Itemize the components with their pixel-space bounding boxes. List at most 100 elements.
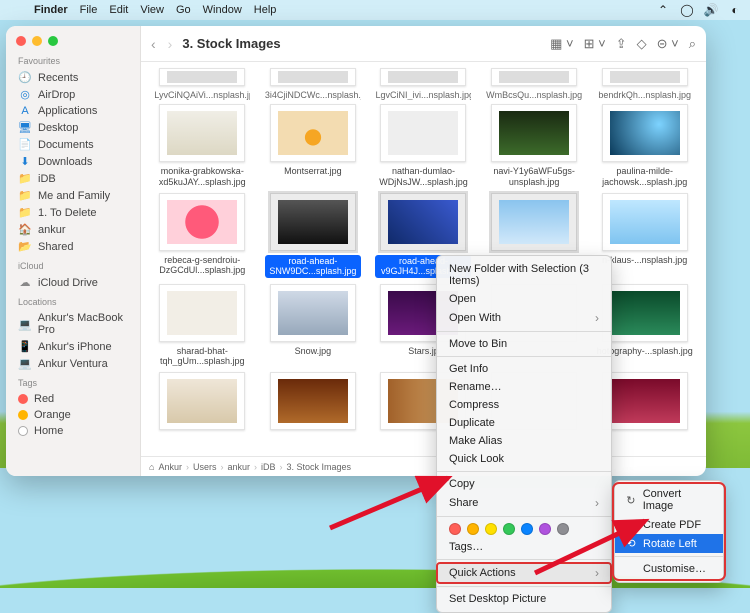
file-item[interactable]: WmBcsQu...nsplash.jpg xyxy=(481,68,588,100)
file-thumbnail xyxy=(602,193,688,251)
file-item[interactable]: LyvCiNQAiVi...nsplash.jpg xyxy=(149,68,256,100)
file-item[interactable]: 3i4CjiNDCWc...nsplash.jpg xyxy=(260,68,367,100)
sidebar-item[interactable]: 📁iDB xyxy=(14,170,132,187)
sound-icon[interactable]: 🔊 xyxy=(704,3,718,17)
tag-color-dot[interactable] xyxy=(467,523,479,535)
menu-edit[interactable]: Edit xyxy=(109,4,128,16)
back-button[interactable]: ‹ xyxy=(151,36,156,52)
actions-icon[interactable]: ⊝ ˅ xyxy=(657,36,679,52)
siri-icon[interactable]: ◐ xyxy=(728,3,742,17)
forward-button[interactable]: › xyxy=(168,36,173,52)
file-item[interactable]: bendrkQh...nsplash.jpg xyxy=(591,68,698,100)
tags-icon[interactable]: ◇ xyxy=(637,36,647,52)
menubar-app-name[interactable]: Finder xyxy=(34,4,68,16)
sidebar-item[interactable]: ⬇Downloads xyxy=(14,153,132,170)
file-item[interactable]: navi-Y1y6aWFu5gs-unsplash.jpg xyxy=(481,104,588,187)
file-item[interactable]: Snow.jpg xyxy=(260,284,367,367)
file-item[interactable]: road-ahead-SNW9DC...splash.jpg xyxy=(260,193,367,278)
submenu-item-label: Customise… xyxy=(643,563,706,575)
desktop-icon: 🖥 xyxy=(18,121,32,134)
menu-help[interactable]: Help xyxy=(254,4,277,16)
minimize-button[interactable] xyxy=(32,36,42,46)
menu-view[interactable]: View xyxy=(140,4,164,16)
file-label: LyvCiNQAiVi...nsplash.jpg xyxy=(154,90,250,100)
path-segment[interactable]: iDB xyxy=(261,462,276,472)
menu-item[interactable]: New Folder with Selection (3 Items) xyxy=(437,260,611,290)
tag-color-dot[interactable] xyxy=(449,523,461,535)
tag-color-dot[interactable] xyxy=(557,523,569,535)
menu-item[interactable]: Move to Bin xyxy=(437,335,611,353)
menu-item[interactable]: Make Alias xyxy=(437,432,611,450)
menu-item[interactable]: Tags… xyxy=(437,538,611,556)
path-segment[interactable]: Users xyxy=(193,462,217,472)
control-center-icon[interactable]: ◯ xyxy=(680,3,694,17)
menu-file[interactable]: File xyxy=(80,4,98,16)
file-item[interactable]: LgvCiNI_ivi...nsplash.jpg xyxy=(370,68,477,100)
file-item[interactable]: nathan-dumlao-WDjNsJW...splash.jpg xyxy=(370,104,477,187)
file-item[interactable]: monika-grabkowska-xd5kuJAY...splash.jpg xyxy=(149,104,256,187)
sidebar-item[interactable]: Orange xyxy=(14,407,132,423)
sidebar-item[interactable]: AApplications xyxy=(14,103,132,119)
menu-item[interactable]: Share xyxy=(437,493,611,513)
menu-item[interactable]: Quick Look xyxy=(437,450,611,468)
sidebar-item[interactable]: 🖥 Desktop xyxy=(14,119,132,136)
file-item[interactable]: paulina-milde-jachowsk...splash.jpg xyxy=(591,104,698,187)
path-segment[interactable]: 3. Stock Images xyxy=(287,462,352,472)
path-segment[interactable]: Ankur xyxy=(158,462,182,472)
file-label: Stars.jp xyxy=(408,346,439,356)
sidebar-item[interactable]: 🕘Recents xyxy=(14,69,132,86)
file-label: LgvCiNI_ivi...nsplash.jpg xyxy=(375,90,471,100)
submenu-item[interactable]: ↻Convert Image xyxy=(615,485,723,515)
menu-go[interactable]: Go xyxy=(176,4,191,16)
sidebar-item[interactable]: Home xyxy=(14,423,132,439)
sidebar-item[interactable]: 📁1. To Delete xyxy=(14,204,132,221)
file-item[interactable] xyxy=(149,372,256,434)
file-item[interactable]: rebeca-g-sendroiu-DzGCdUl...splash.jpg xyxy=(149,193,256,278)
tag-color-dot[interactable] xyxy=(503,523,515,535)
sidebar-item[interactable]: 💻Ankur Ventura xyxy=(14,355,132,372)
sidebar-item[interactable]: Red xyxy=(14,391,132,407)
sidebar-item[interactable]: 🏠ankur xyxy=(14,221,132,238)
sidebar-item[interactable]: 📁Me and Family xyxy=(14,187,132,204)
sidebar-item[interactable]: 💻Ankur's MacBook Pro xyxy=(14,310,132,338)
file-item[interactable]: sharad-bhat-tqh_gUm...splash.jpg xyxy=(149,284,256,367)
path-bar[interactable]: ⌂ Ankur› Users› ankur› iDB› 3. Stock Ima… xyxy=(141,456,706,476)
submenu-item[interactable]: ▢Create PDF xyxy=(615,515,723,534)
menu-item[interactable]: Set Desktop Picture xyxy=(437,590,611,608)
tag-color-dot[interactable] xyxy=(485,523,497,535)
view-mode-icon[interactable]: ▦ ˅ xyxy=(550,36,574,52)
tag-color-dot[interactable] xyxy=(539,523,551,535)
close-button[interactable] xyxy=(16,36,26,46)
spotlight-icon[interactable]: ⌃ xyxy=(656,3,670,17)
share-icon[interactable]: ⇪ xyxy=(616,36,627,52)
zoom-button[interactable] xyxy=(48,36,58,46)
submenu-item[interactable]: Customise… xyxy=(615,560,723,578)
menu-item[interactable]: Compress xyxy=(437,396,611,414)
submenu-item[interactable]: ⟲Rotate Left xyxy=(615,534,723,553)
menu-item[interactable]: Open With xyxy=(437,308,611,328)
file-grid[interactable]: LyvCiNQAiVi...nsplash.jpg 3i4CjiNDCWc...n… xyxy=(141,62,706,456)
file-item[interactable]: Montserrat.jpg xyxy=(260,104,367,187)
sidebar-item[interactable]: 📄Documents xyxy=(14,136,132,153)
menu-item[interactable]: Duplicate xyxy=(437,414,611,432)
menu-item[interactable]: Copy xyxy=(437,475,611,493)
menu-window[interactable]: Window xyxy=(203,4,242,16)
menu-item[interactable]: Quick Actions xyxy=(437,563,611,583)
tag-color-dot[interactable] xyxy=(521,523,533,535)
submenu-item-icon: ⟲ xyxy=(625,537,637,550)
sidebar-item[interactable]: ☁iCloud Drive xyxy=(14,274,132,291)
menu-tag-colors[interactable] xyxy=(437,520,611,538)
sidebar-item[interactable]: 📂Shared xyxy=(14,238,132,255)
menu-item[interactable]: Get Info xyxy=(437,360,611,378)
menu-item[interactable]: Open xyxy=(437,290,611,308)
quick-actions-submenu: ↻Convert Image▢Create PDF⟲Rotate Left Cus… xyxy=(614,480,724,583)
sidebar-item[interactable]: 📱Ankur's iPhone xyxy=(14,338,132,355)
sidebar-item-label: Desktop xyxy=(38,122,78,134)
search-icon[interactable]: ⌕ xyxy=(689,36,696,52)
group-by-icon[interactable]: ⊞ ˅ xyxy=(584,36,606,52)
file-item[interactable] xyxy=(260,372,367,434)
menu-item[interactable]: Rename… xyxy=(437,378,611,396)
path-segment[interactable]: ankur xyxy=(227,462,250,472)
apple-menu[interactable] xyxy=(8,3,22,17)
sidebar-item[interactable]: ◎AirDrop xyxy=(14,86,132,103)
